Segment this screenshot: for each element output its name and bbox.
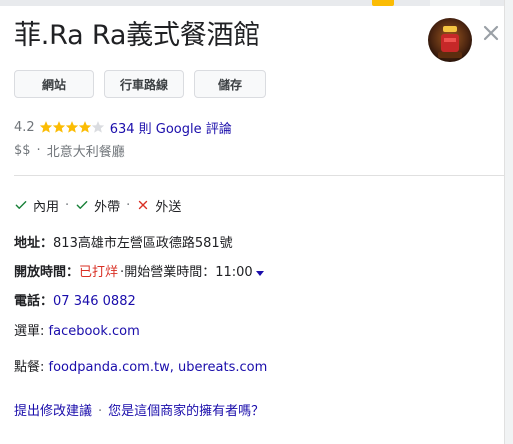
- star-icon: [52, 121, 65, 133]
- label-colon: ：: [40, 236, 54, 251]
- separator-dot: ·: [36, 142, 41, 158]
- restaurant-photo: [428, 18, 472, 62]
- hours-label: 開放時間: [14, 265, 67, 280]
- place-photo-thumbnail[interactable]: [428, 18, 472, 62]
- footer-links: 提出修改建議 · 您是這個商家的擁有者嗎？: [14, 402, 264, 422]
- address-row: 地址： 813高雄市左營區政德路581號: [14, 234, 233, 254]
- order-label: 點餐: [14, 360, 41, 375]
- star-empty-icon: [91, 121, 104, 133]
- place-title: 菲.Ra Ra義式餐酒館: [14, 20, 261, 51]
- star-icon: [39, 121, 52, 133]
- label-colon: ：: [40, 294, 54, 309]
- own-business-link[interactable]: 您是這個商家的擁有者嗎？: [108, 402, 264, 422]
- save-button[interactable]: 儲存: [194, 70, 266, 98]
- hours-next-open[interactable]: 開始營業時間：11:00: [124, 263, 252, 283]
- cross-icon: [139, 200, 148, 210]
- suggest-edit-link[interactable]: 提出修改建議: [14, 402, 92, 422]
- separator-dot: ·: [126, 197, 131, 213]
- label-colon: :: [40, 360, 49, 375]
- rating-value: 4.2: [14, 119, 35, 135]
- separator-dot: ·: [98, 404, 103, 419]
- category-label: 北意大利餐廳: [46, 144, 125, 160]
- service-options: 內用 · 外帶 · 外送: [14, 195, 181, 215]
- reviews-link[interactable]: 634 則 Google 評論: [110, 118, 232, 137]
- directions-button[interactable]: 行車路線: [104, 70, 184, 98]
- rating-row: 4.2 634 則 Google 評論: [14, 117, 232, 137]
- check-icon: [76, 201, 88, 209]
- service-takeout: 外帶: [75, 196, 120, 215]
- menu-row: 選單: facebook.com: [14, 322, 140, 342]
- panel-scroll-edge: [504, 0, 513, 444]
- close-button[interactable]: [480, 22, 502, 44]
- phone-label: 電話: [14, 294, 41, 309]
- service-dine-in: 內用: [14, 196, 59, 215]
- caret-down-icon[interactable]: [255, 271, 264, 276]
- phone-link[interactable]: 07 346 0882: [53, 292, 136, 312]
- map-road: [430, 0, 480, 6]
- website-button[interactable]: 網站: [14, 70, 94, 98]
- order-links[interactable]: foodpanda.com.tw, ubereats.com: [49, 358, 268, 378]
- menu-link[interactable]: facebook.com: [49, 322, 140, 342]
- rating-stars: [39, 120, 104, 134]
- service-delivery: 外送: [136, 196, 181, 215]
- map-background[interactable]: [0, 0, 513, 6]
- map-marker[interactable]: [372, 0, 394, 6]
- section-divider: [14, 175, 504, 176]
- address-value[interactable]: 813高雄市左營區政德路581號: [53, 234, 233, 254]
- separator-dot: ·: [65, 197, 70, 213]
- phone-row: 電話： 07 346 0882: [14, 292, 136, 312]
- order-row: 點餐: foodpanda.com.tw, ubereats.com: [14, 358, 267, 378]
- price-level: $$: [14, 142, 31, 158]
- hours-row: 開放時間： 已打烊 · 開始營業時間：11:00: [14, 263, 264, 283]
- menu-label: 選單: [14, 324, 41, 339]
- price-category-row: $$ · 北意大利餐廳: [14, 140, 125, 160]
- star-icon: [78, 121, 91, 133]
- hours-status: 已打烊: [79, 265, 119, 280]
- address-label: 地址: [14, 236, 41, 251]
- star-icon: [65, 121, 78, 133]
- service-label: 外帶: [94, 199, 121, 215]
- service-label: 外送: [155, 199, 182, 215]
- service-label: 內用: [33, 199, 60, 215]
- label-colon: ：: [66, 265, 80, 280]
- check-icon: [15, 201, 27, 209]
- label-colon: :: [40, 324, 49, 339]
- close-icon: [483, 25, 499, 41]
